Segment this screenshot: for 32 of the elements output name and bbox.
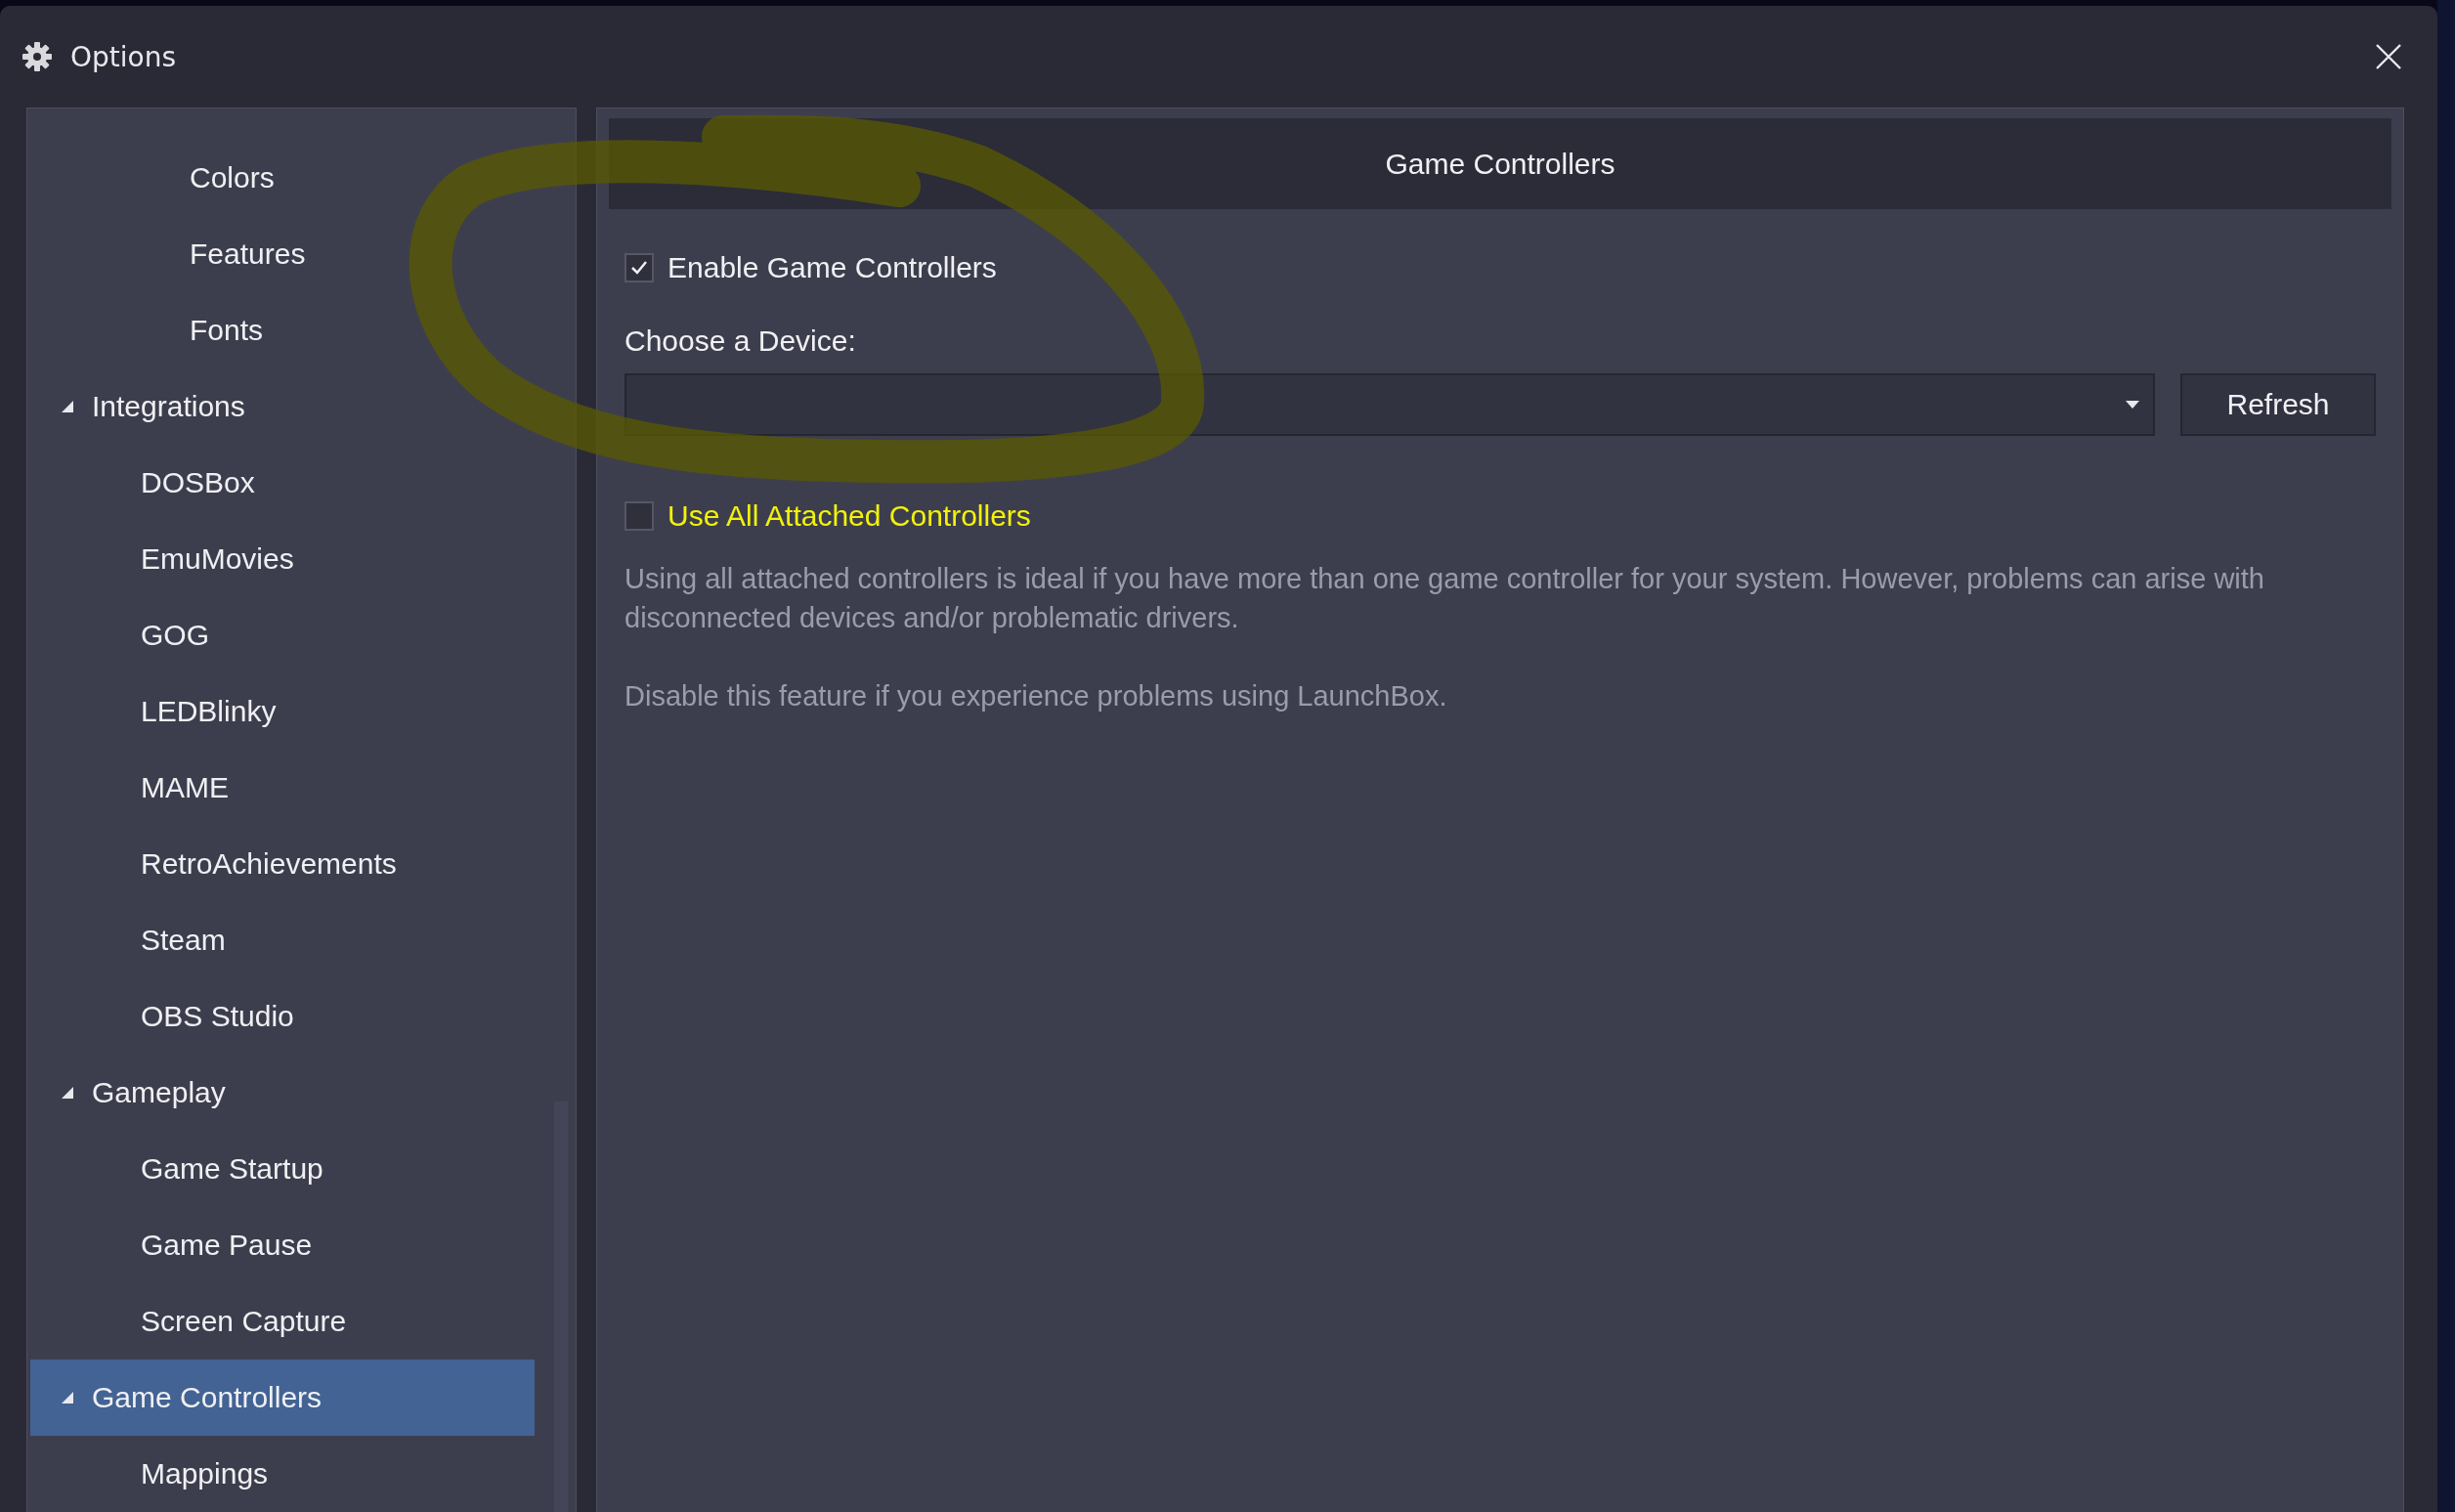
- tree-item[interactable]: EmuMovies: [30, 521, 535, 597]
- checkbox-label[interactable]: Use All Attached Controllers: [668, 499, 1031, 533]
- gear-icon: [22, 41, 53, 72]
- refresh-button[interactable]: Refresh: [2180, 373, 2376, 436]
- checkbox[interactable]: [625, 501, 654, 531]
- window-title: Options: [70, 40, 178, 73]
- checkbox-label[interactable]: Enable Game Controllers: [668, 251, 997, 284]
- tree-item[interactable]: Features: [30, 216, 535, 292]
- tree-item[interactable]: MAME: [30, 750, 535, 826]
- tree-item[interactable]: Game Pause: [30, 1207, 535, 1283]
- tree-item[interactable]: LEDBlinky: [30, 673, 535, 750]
- tree-item[interactable]: Mappings: [30, 1436, 535, 1512]
- tree-item[interactable]: OBS Studio: [30, 978, 535, 1055]
- tree-item[interactable]: Integrations: [30, 368, 535, 445]
- tree-item[interactable]: Gameplay: [30, 1055, 535, 1131]
- tree-item[interactable]: DOSBox: [30, 445, 535, 521]
- expanded-triangle-icon[interactable]: [61, 400, 74, 413]
- tree-item[interactable]: RetroAchievements: [30, 826, 535, 902]
- expanded-triangle-icon[interactable]: [61, 1086, 74, 1100]
- expanded-triangle-icon[interactable]: [61, 1391, 74, 1404]
- help-text: Using all attached controllers is ideal if you have more than one game controller for your system. However, problems can arise with disconnected devices and/or problematic drivers.: [625, 562, 2265, 635]
- tree-item[interactable]: Screen Capture: [30, 1283, 535, 1360]
- dropdown-caret-icon: [2126, 401, 2139, 409]
- checkbox[interactable]: [625, 253, 654, 282]
- tree-item[interactable]: GOG: [30, 597, 535, 673]
- device-label: Choose a Device:: [625, 324, 857, 358]
- tree-item[interactable]: Game Startup: [30, 1131, 535, 1207]
- tree-item[interactable]: Colors: [30, 140, 535, 216]
- tree-item[interactable]: Fonts: [30, 292, 535, 368]
- tree-item[interactable]: Steam: [30, 902, 535, 978]
- tree-item[interactable]: Game Controllers: [30, 1360, 535, 1436]
- help-text: Disable this feature if you experience problems using LaunchBox.: [625, 679, 1448, 713]
